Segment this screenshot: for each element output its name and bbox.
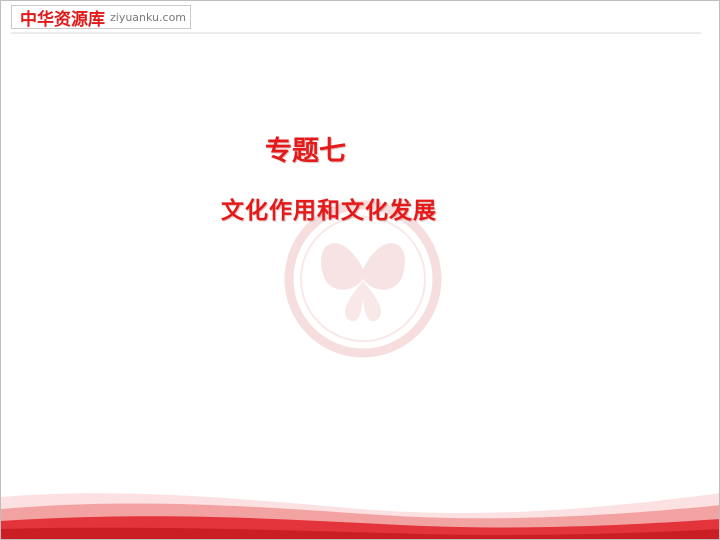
slide-subtitle: 文化作用和文化发展 [221, 197, 437, 224]
footer-wave-decoration [1, 493, 719, 539]
slide: 中华资源库 ziyuanku.com 专题七 文化作用和文化发展 [0, 0, 720, 540]
slide-title: 专题七 [265, 136, 346, 167]
logo-domain: ziyuanku.com [110, 10, 187, 24]
header-divider [11, 32, 701, 34]
site-logo[interactable]: 中华资源库 ziyuanku.com [11, 5, 191, 30]
logo-name: 中华资源库 [20, 9, 105, 30]
